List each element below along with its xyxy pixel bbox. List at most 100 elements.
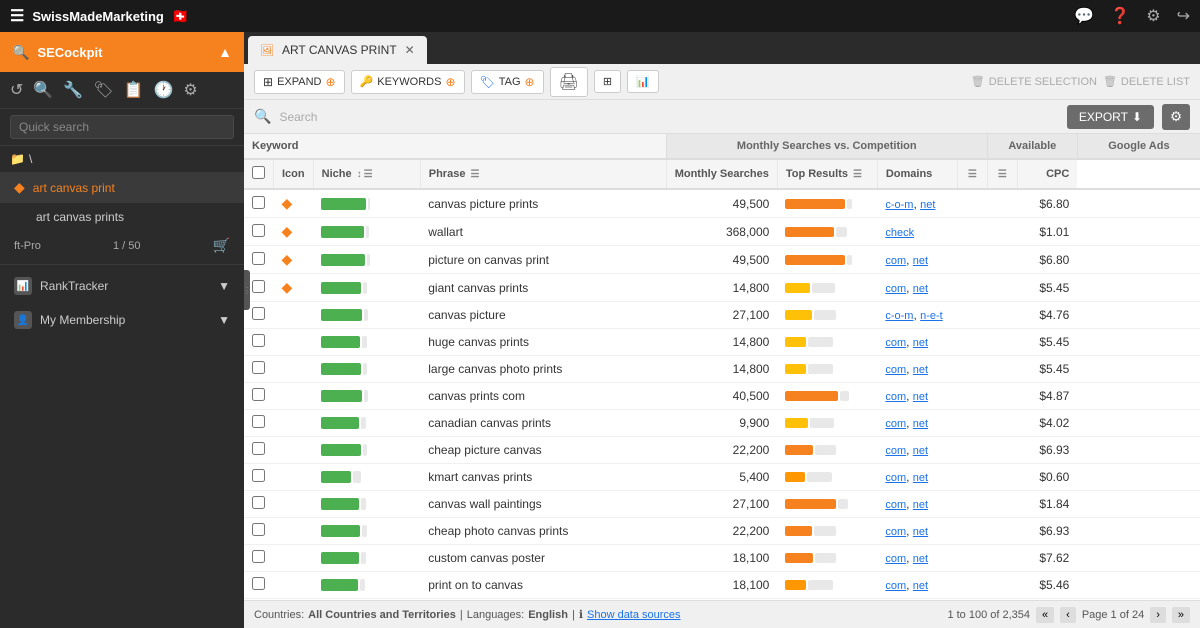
th-niche[interactable]: Niche ↕☰ — [313, 159, 420, 189]
sidebar-wrench-icon[interactable]: 🔧 — [63, 80, 83, 100]
select-all-checkbox[interactable] — [252, 166, 265, 179]
tab-close-button[interactable]: ✕ — [405, 43, 415, 57]
th-domain-filter2[interactable]: ☰ — [987, 159, 1017, 189]
domain-link[interactable]: com — [885, 499, 906, 511]
domain-link[interactable]: check — [885, 227, 914, 239]
sidebar-item-art-canvas-print[interactable]: ◆ art canvas print — [0, 172, 244, 203]
domain-link[interactable]: c-o-m — [885, 199, 913, 211]
domain-link[interactable]: com — [885, 391, 906, 403]
domain-link[interactable]: com — [885, 337, 906, 349]
sidebar-search-icon[interactable]: 🔍 — [33, 80, 53, 100]
row-checkbox[interactable] — [252, 307, 265, 320]
sidebar-section-membership[interactable]: 👤 My Membership ▼ — [0, 303, 244, 337]
sidebar-tag-icon[interactable]: 🏷 — [93, 80, 113, 100]
tab-art-canvas-print[interactable]: 🖼 ART CANVAS PRINT ✕ — [248, 36, 427, 64]
th-domain-filter1[interactable]: ☰ — [957, 159, 987, 189]
row-checkbox[interactable] — [252, 523, 265, 536]
domain-link[interactable]: net — [913, 553, 928, 565]
settings-icon[interactable]: ⚙ — [1146, 6, 1160, 26]
cart-icon[interactable]: 🛒 — [213, 237, 230, 254]
sidebar-history-icon[interactable]: 🕐 — [153, 80, 173, 100]
row-icon-cell — [274, 464, 314, 491]
domain-link[interactable]: com — [885, 418, 906, 430]
domain-link[interactable]: net — [913, 445, 928, 457]
domain-link[interactable]: net — [913, 472, 928, 484]
top-results-bar-filled — [785, 227, 834, 237]
next-page-button[interactable]: › — [1150, 607, 1166, 623]
th-group3-label: Google Ads — [1108, 140, 1169, 152]
domain-link[interactable]: com — [885, 472, 906, 484]
prev-page-button[interactable]: ‹ — [1060, 607, 1076, 623]
domain-link[interactable]: net — [913, 283, 928, 295]
top-results-bar — [785, 310, 869, 320]
domain-link[interactable]: n-e-t — [920, 310, 943, 322]
tag-button[interactable]: 🏷 TAG ⊕ — [471, 70, 544, 94]
row-checkbox[interactable] — [252, 469, 265, 482]
sidebar-copy-icon[interactable]: 📋 — [124, 80, 144, 100]
sidebar-item-art-canvas-prints[interactable]: art canvas prints — [0, 203, 244, 231]
sidebar-collapse-handle[interactable] — [244, 270, 250, 310]
row-checkbox[interactable] — [252, 280, 265, 293]
th-domains[interactable]: Domains — [877, 159, 957, 189]
delete-list-button[interactable]: 🗑 DELETE LIST — [1103, 75, 1190, 88]
domain-link[interactable]: net — [913, 418, 928, 430]
delete-selection-button[interactable]: 🗑 DELETE SELECTION — [971, 75, 1097, 88]
export-button[interactable]: EXPORT ⬇ — [1067, 105, 1154, 129]
row-flag-cell2 — [987, 464, 1017, 491]
row-checkbox[interactable] — [252, 415, 265, 428]
sidebar-collapse-icon[interactable]: ▲ — [218, 44, 232, 60]
row-checkbox[interactable] — [252, 496, 265, 509]
next-next-page-button[interactable]: » — [1172, 607, 1190, 623]
logout-icon[interactable]: ↪ — [1177, 6, 1190, 26]
domain-link[interactable]: com — [885, 283, 906, 295]
chat-icon[interactable]: 💬 — [1074, 6, 1094, 26]
domain-link[interactable]: net — [913, 364, 928, 376]
row-checkbox[interactable] — [252, 252, 265, 265]
th-monthly-searches[interactable]: Monthly Searches — [666, 159, 777, 189]
status-datasources-link[interactable]: Show data sources — [587, 609, 681, 621]
row-checkbox[interactable] — [252, 442, 265, 455]
export-settings-button[interactable]: ⚙ — [1162, 104, 1190, 130]
row-checkbox[interactable] — [252, 196, 265, 209]
sidebar-header[interactable]: 🔍 SECockpit ▲ — [0, 32, 244, 72]
domain-link[interactable]: net — [913, 580, 928, 592]
domain-link[interactable]: com — [885, 553, 906, 565]
row-checkbox[interactable] — [252, 224, 265, 237]
keywords-button[interactable]: 🔑 KEYWORDS ⊕ — [351, 70, 465, 94]
top-results-bar — [785, 391, 869, 401]
domain-link[interactable]: com — [885, 526, 906, 538]
sidebar-membership-label: My Membership — [40, 313, 125, 327]
row-checkbox[interactable] — [252, 577, 265, 590]
domain-link[interactable]: net — [913, 526, 928, 538]
chevron-down-icon: ▼ — [218, 279, 230, 293]
domain-link[interactable]: com — [885, 364, 906, 376]
chart-button[interactable]: 📊 — [627, 70, 659, 93]
help-icon[interactable]: ❓ — [1110, 6, 1130, 26]
domain-link[interactable]: net — [920, 199, 935, 211]
domain-link[interactable]: net — [913, 255, 928, 267]
row-checkbox[interactable] — [252, 361, 265, 374]
expand-button[interactable]: ⊞ EXPAND ⊕ — [254, 70, 345, 94]
niche-bar-light — [367, 254, 369, 266]
sidebar-section-ranktracker[interactable]: 📊 RankTracker ▼ — [0, 269, 244, 303]
table-button[interactable]: ⊞ — [594, 70, 621, 93]
domain-link[interactable]: com — [885, 445, 906, 457]
domain-link[interactable]: net — [913, 499, 928, 511]
domain-link[interactable]: com — [885, 255, 906, 267]
sidebar-refresh-icon[interactable]: ↺ — [10, 80, 23, 100]
th-cpc[interactable]: CPC — [1017, 159, 1077, 189]
domain-link[interactable]: c-o-m — [885, 310, 913, 322]
domain-link[interactable]: net — [913, 337, 928, 349]
sidebar-settings-icon[interactable]: ⚙ — [183, 80, 197, 100]
print-button[interactable]: 🖨 — [550, 67, 588, 97]
search-input[interactable] — [279, 110, 1058, 124]
prev-prev-page-button[interactable]: « — [1036, 607, 1054, 623]
domain-link[interactable]: net — [913, 391, 928, 403]
row-checkbox[interactable] — [252, 334, 265, 347]
domain-link[interactable]: com — [885, 580, 906, 592]
row-checkbox[interactable] — [252, 388, 265, 401]
th-top-results[interactable]: Top Results ☰ — [777, 159, 877, 189]
row-checkbox[interactable] — [252, 550, 265, 563]
sidebar-search-input[interactable] — [10, 115, 234, 139]
th-phrase[interactable]: Phrase ☰ — [420, 159, 666, 189]
